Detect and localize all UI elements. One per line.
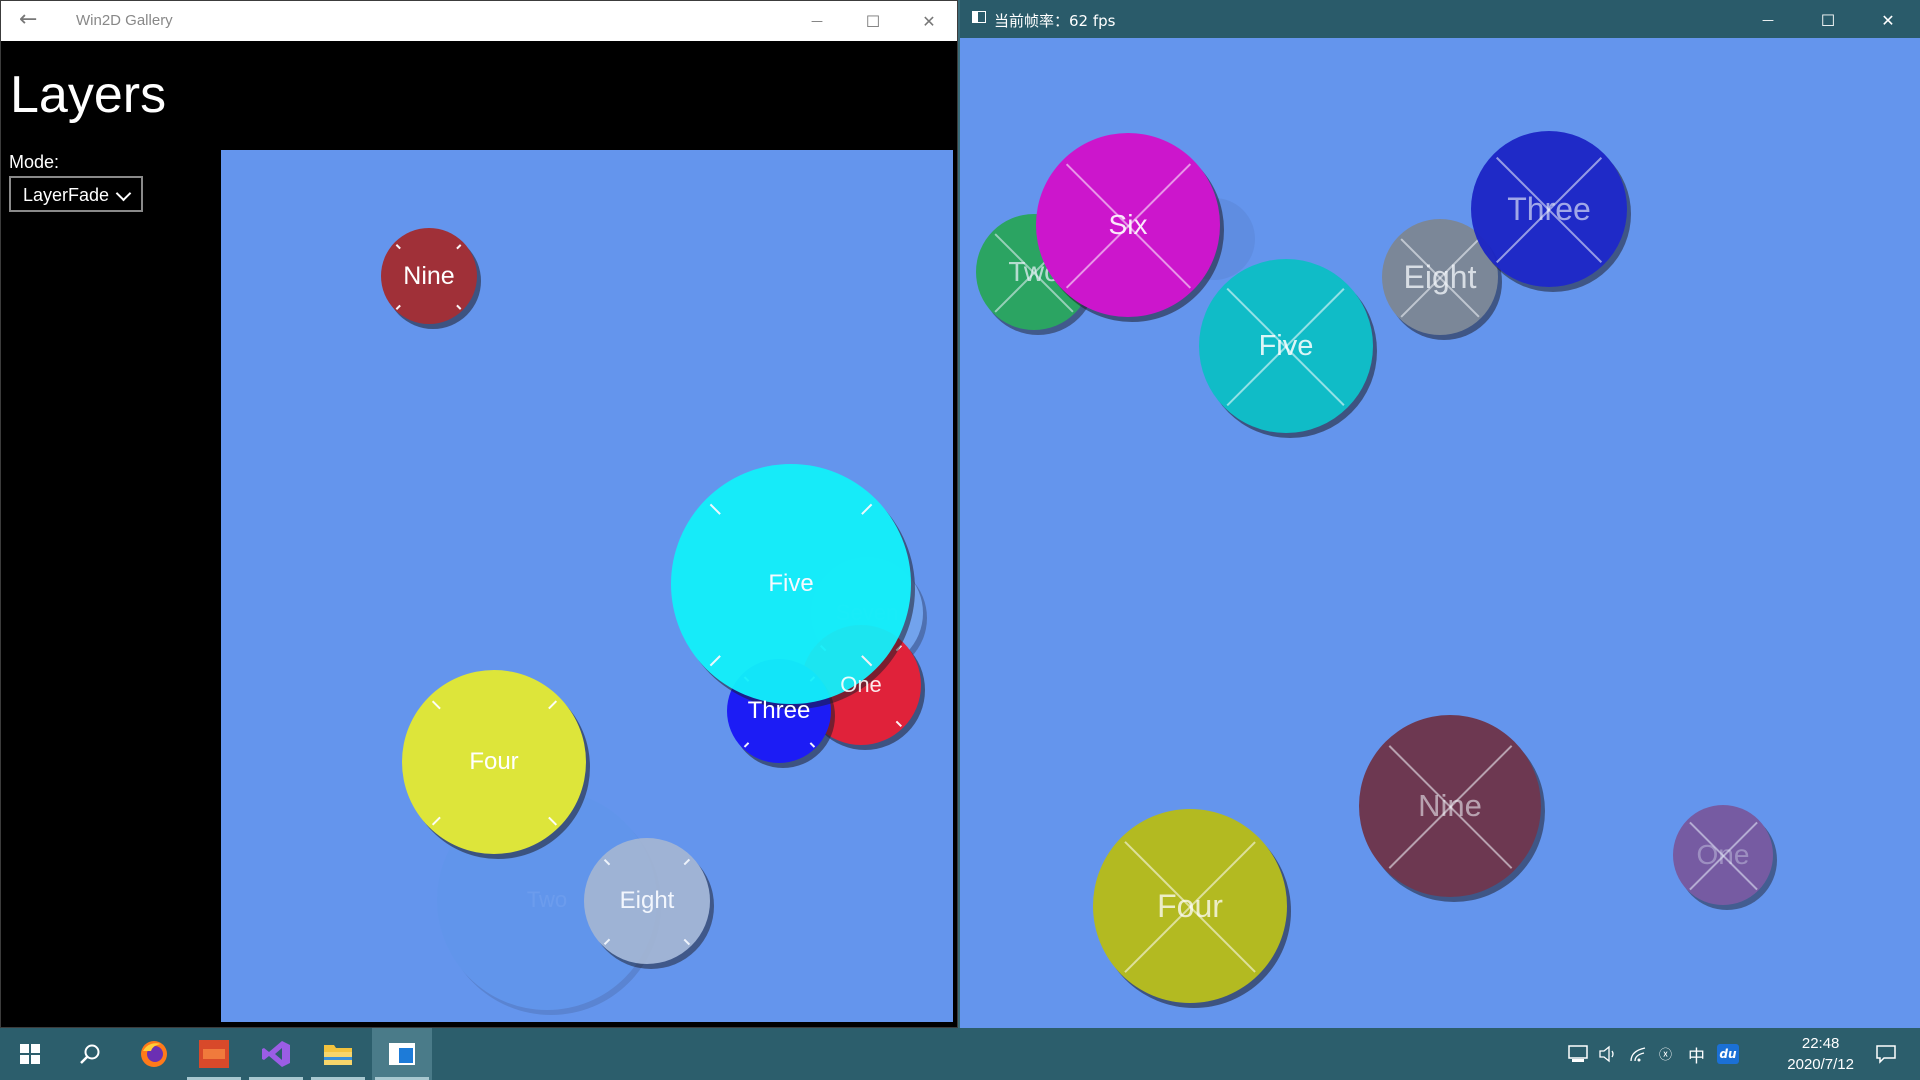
close-button[interactable]: ✕ [901, 1, 957, 41]
start-button[interactable] [0, 1028, 60, 1080]
fps-canvas[interactable]: Two Six Five Eight Three Nine Four One [960, 38, 1920, 1028]
page-title: Layers [10, 66, 167, 124]
circle-four[interactable]: Four [402, 670, 586, 854]
folder-icon [324, 1045, 352, 1065]
circle-label: Three [747, 697, 811, 724]
taskbar-app-firefox[interactable] [124, 1028, 184, 1080]
maximize-button[interactable]: ☐ [1800, 0, 1856, 40]
mode-label: Mode: [9, 152, 60, 172]
firefox-icon [141, 1041, 167, 1067]
circle-label: Four [1157, 887, 1223, 924]
minimize-button[interactable]: — [1740, 0, 1796, 40]
circle-nine[interactable]: Nine [381, 228, 477, 324]
circle-one[interactable]: One [1673, 805, 1773, 905]
system-tray: ⓧ 中 du [1568, 1028, 1739, 1080]
circle-label: Nine [1418, 788, 1482, 823]
windows-logo-icon [20, 1044, 40, 1064]
circle-label: One [840, 672, 882, 697]
search-button[interactable] [60, 1028, 120, 1080]
win2d-app-icon [199, 1040, 229, 1068]
circle-label: Six [1108, 209, 1148, 240]
minimize-icon: — [811, 14, 823, 28]
minimize-icon: — [1762, 13, 1774, 27]
circle-six[interactable]: Six [1036, 133, 1220, 317]
window-title: Win2D Gallery [76, 12, 173, 29]
taskbar-app-file-explorer[interactable] [308, 1028, 368, 1080]
taskbar: ⓧ 中 du 22:48 2020/7/12 [0, 1028, 1920, 1080]
maximize-button[interactable]: ☐ [845, 1, 901, 41]
circle-label: Five [1258, 329, 1314, 362]
window-title: 当前帧率：62 fps [994, 12, 1116, 30]
network-adapter-icon[interactable] [1568, 1045, 1590, 1063]
circle-nine[interactable]: Nine [1359, 715, 1541, 897]
taskbar-app-win2d[interactable] [184, 1028, 244, 1080]
close-icon: ✕ [922, 11, 936, 31]
circle-label: Two [526, 887, 568, 912]
clock-date: 2020/7/12 [1787, 1056, 1854, 1073]
circle-label: One [1696, 839, 1750, 870]
circle-label: Nine [403, 261, 455, 290]
circle-eight[interactable]: Eight [584, 838, 710, 964]
baidu-label: du [1719, 1047, 1737, 1061]
ime-indicator[interactable]: 中 [1688, 1042, 1705, 1067]
circle-four[interactable]: Four [1093, 809, 1287, 1003]
app-window-icon [972, 11, 986, 23]
system-clock[interactable]: 22:48 2020/7/12 [1787, 1033, 1854, 1075]
close-button[interactable]: ✕ [1860, 0, 1916, 40]
mode-dropdown[interactable]: LayerFade [9, 176, 143, 212]
input-method-icon[interactable]: ⓧ [1658, 1045, 1680, 1063]
back-arrow-icon[interactable]: ← [19, 7, 37, 32]
taskbar-app-window[interactable] [372, 1028, 432, 1080]
circle-label: Eight [1403, 258, 1477, 295]
circle-label: Four [469, 748, 519, 775]
app-window-icon [389, 1043, 415, 1065]
chevron-down-icon [115, 185, 132, 202]
volume-icon[interactable] [1598, 1045, 1618, 1063]
title-bar: 当前帧率：62 fps — ☐ ✕ [960, 0, 1920, 38]
circle-label: Eight [619, 887, 675, 914]
search-icon [80, 1044, 100, 1064]
maximize-icon: ☐ [865, 11, 881, 31]
taskbar-app-visual-studio[interactable] [246, 1028, 306, 1080]
circle-three[interactable]: Three [1471, 131, 1627, 287]
maximize-icon: ☐ [1820, 10, 1836, 30]
minimize-button[interactable]: — [789, 1, 845, 41]
layers-canvas[interactable]: NineTwoSevenOneThreeFiveFourEight [221, 150, 953, 1022]
baidu-tray-icon[interactable]: du [1717, 1044, 1739, 1064]
mode-selected-value: LayerFade [23, 185, 110, 205]
visual-studio-icon [262, 1041, 290, 1067]
action-center-button[interactable] [1856, 1028, 1916, 1080]
notification-icon [1876, 1045, 1896, 1064]
circle-label: Three [1507, 190, 1591, 227]
wifi-icon[interactable] [1628, 1045, 1650, 1063]
circle-five[interactable]: Five [1199, 259, 1373, 433]
circle-label: Five [768, 570, 814, 597]
circle-five[interactable]: Five [671, 464, 911, 704]
title-bar: ← Win2D Gallery — ☐ ✕ [1, 1, 957, 41]
fps-window: 当前帧率：62 fps — ☐ ✕ Two Six Five Eight Three Ni… [960, 0, 1920, 1028]
clock-time: 22:48 [1801, 1035, 1840, 1052]
svg-text:ⓧ: ⓧ [1659, 1048, 1672, 1063]
close-icon: ✕ [1881, 10, 1895, 30]
win2d-gallery-window: ← Win2D Gallery — ☐ ✕ Layers Mode: Layer… [0, 0, 958, 1028]
